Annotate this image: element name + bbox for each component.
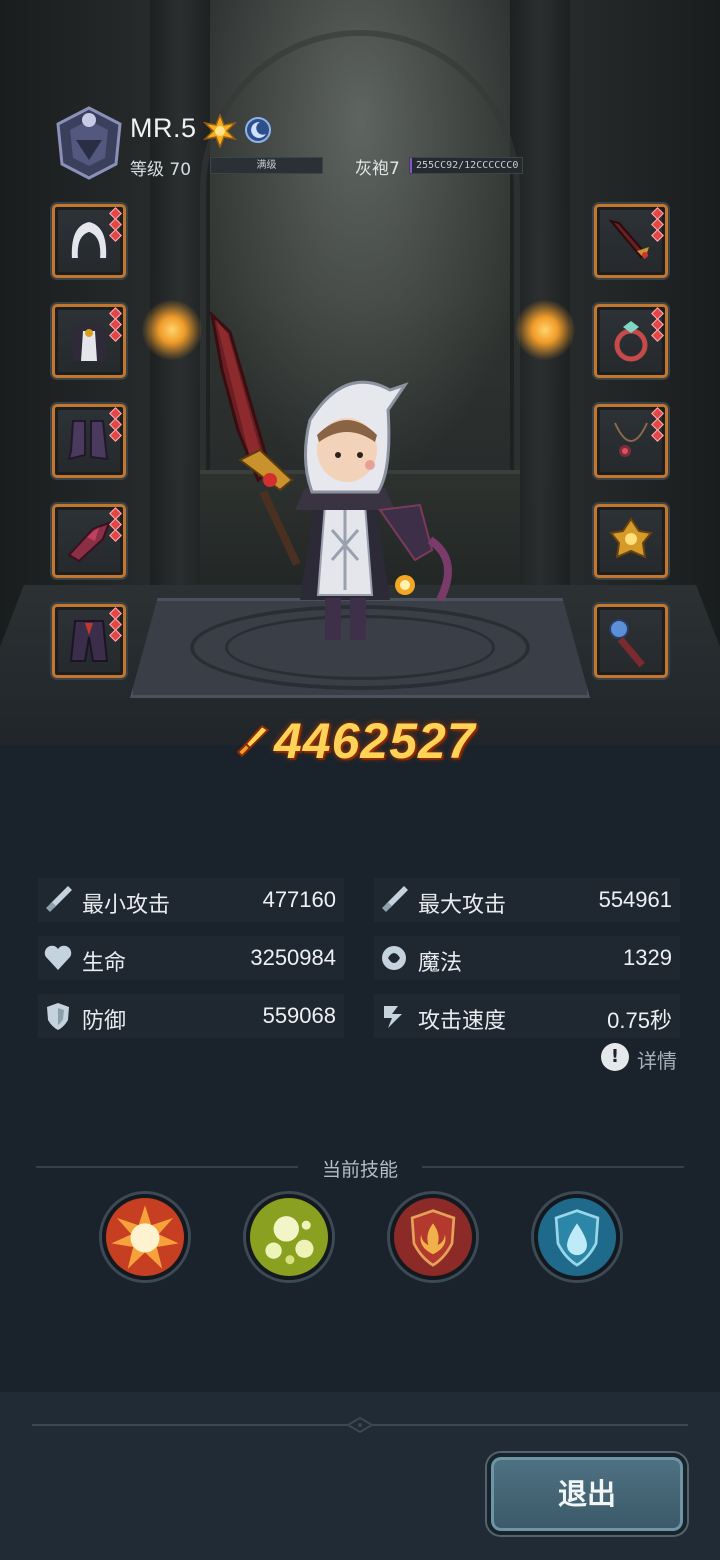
upgrade-pips	[109, 207, 122, 242]
combat-power-value: 4462527	[274, 713, 476, 769]
leggings-icon	[69, 620, 109, 662]
stat-hp: 生命 3250984	[38, 936, 344, 980]
fire-shield-skill-icon	[394, 1198, 472, 1276]
moon-badge-icon[interactable]	[244, 116, 272, 144]
upgrade-pips	[109, 607, 122, 642]
upgrade-pips	[109, 307, 122, 342]
combat-power: 4462527	[230, 710, 490, 774]
details-label: 详情	[637, 1049, 677, 1073]
sword-icon	[382, 886, 408, 912]
divider-ornament-icon	[346, 1417, 374, 1433]
equip-slot-leggings[interactable]	[52, 604, 126, 678]
stat-label: 魔法	[418, 951, 463, 976]
water-shield-skill-icon	[538, 1198, 616, 1276]
staff-icon	[609, 619, 645, 667]
info-icon: !	[601, 1043, 629, 1071]
upgrade-pips	[651, 307, 664, 342]
upgrade-pips	[109, 507, 122, 542]
stat-label: 最大攻击	[418, 893, 507, 918]
equip-slot-hood[interactable]	[52, 204, 126, 278]
equip-slot-ring[interactable]	[594, 304, 668, 378]
upgrade-pips	[109, 407, 122, 442]
level-bar: 满级	[210, 157, 323, 174]
stat-mp: 魔法 1329	[374, 936, 680, 980]
emblem-icon	[609, 517, 653, 559]
stat-value: 559068	[262, 1003, 336, 1028]
upgrade-pips	[651, 207, 664, 242]
stat-value: 1329	[623, 945, 672, 970]
wall-lamp-left	[142, 300, 202, 360]
power-sword-icon	[236, 724, 270, 758]
hood-icon	[69, 219, 109, 260]
rank-progress-bar: 255CC92/12CCCCCC0	[409, 157, 523, 174]
stat-label: 攻击速度	[418, 1009, 507, 1034]
rank-label: 灰袍7	[355, 159, 400, 179]
stat-label: 生命	[82, 951, 127, 976]
wall-lamp-right	[515, 300, 575, 360]
skill-poison-bubbles[interactable]	[246, 1194, 332, 1280]
stat-label: 防御	[82, 1009, 127, 1034]
stat-defense: 防御 559068	[38, 994, 344, 1038]
heart-icon	[44, 945, 72, 970]
exit-button[interactable]: 退出	[487, 1453, 687, 1535]
skill-water-shield[interactable]	[534, 1194, 620, 1280]
sword-item-icon	[608, 219, 649, 259]
level-label: 等级 70	[130, 160, 192, 180]
stat-min-attack: 最小攻击 477160	[38, 878, 344, 922]
shield-icon	[47, 1003, 69, 1030]
stat-value: 0.75秒	[607, 1008, 672, 1033]
rank-bar-text: 255CC92/12CCCCCC0	[416, 160, 519, 171]
sun-badge-icon[interactable]	[203, 114, 237, 148]
magic-icon	[382, 946, 406, 970]
stat-label: 最小攻击	[82, 893, 171, 918]
upgrade-pips	[651, 407, 664, 442]
gauntlet-icon	[67, 521, 111, 563]
crest-shield-icon[interactable]	[54, 106, 124, 180]
equip-slot-boots[interactable]	[52, 404, 126, 478]
skill-explosion[interactable]	[102, 1194, 188, 1280]
skill-fire-shield[interactable]	[390, 1194, 476, 1280]
equip-slot-sword[interactable]	[594, 204, 668, 278]
equip-slot-cloak[interactable]	[52, 304, 126, 378]
stat-attack-speed: 攻击速度 0.75秒	[374, 994, 680, 1038]
stat-value: 477160	[262, 887, 336, 912]
hero-character	[209, 310, 452, 640]
necklace-icon	[614, 422, 648, 457]
stat-max-attack: 最大攻击 554961	[374, 878, 680, 922]
speed-icon	[384, 1006, 402, 1028]
level-bar-text: 满级	[256, 160, 277, 171]
sword-icon	[46, 886, 72, 912]
equip-slot-gauntlet[interactable]	[52, 504, 126, 578]
equip-slot-staff[interactable]	[594, 604, 668, 678]
skills-title: 当前技能	[321, 1159, 398, 1181]
equip-slot-necklace[interactable]	[594, 404, 668, 478]
player-name: MR.5	[130, 113, 197, 143]
ring-icon	[614, 321, 648, 362]
poison-bubbles-skill-icon	[250, 1198, 328, 1276]
boots-icon	[67, 420, 109, 461]
cloak-icon	[71, 323, 107, 361]
explosion-skill-icon	[106, 1198, 184, 1276]
skills-divider-left	[36, 1166, 298, 1168]
stat-value: 3250984	[250, 945, 336, 970]
stat-value: 554961	[598, 887, 672, 912]
equip-slot-emblem[interactable]	[594, 504, 668, 578]
skills-divider-right	[422, 1166, 684, 1168]
